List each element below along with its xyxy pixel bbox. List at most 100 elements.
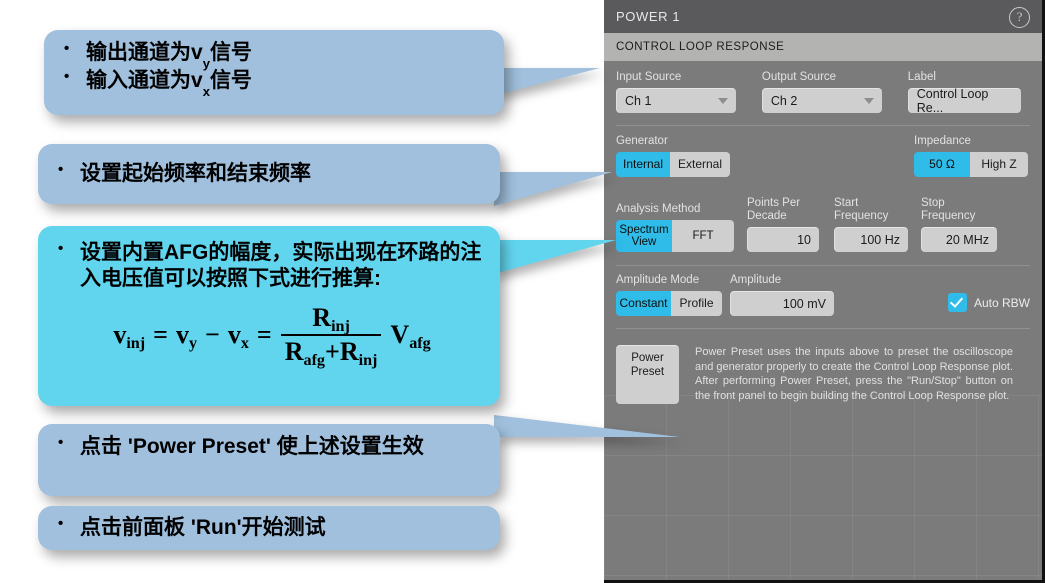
generator-option-external[interactable]: External xyxy=(670,152,730,177)
amplitude-row: Amplitude Mode Constant Profile Amplitud… xyxy=(616,274,1030,316)
callout-frequency-range: • 设置起始频率和结束频率 xyxy=(38,144,500,204)
stop-frequency-input[interactable]: 20 MHz xyxy=(921,227,997,252)
callout-bullet: • 输出通道为vy信号 xyxy=(64,40,490,71)
impedance-label: Impedance xyxy=(914,135,971,147)
formula-equals-2: = xyxy=(256,320,272,350)
help-circle-icon[interactable]: ? xyxy=(1009,7,1030,28)
callout-channel-assignment: • 输出通道为vy信号 • 输入通道为vx信号 xyxy=(44,30,504,115)
start-frequency-input[interactable]: 100 Hz xyxy=(834,227,908,252)
panel-body: Input Source Ch 1 Output Source Ch 2 Lab… xyxy=(604,71,1042,404)
power-preset-button[interactable]: Power Preset xyxy=(616,345,679,404)
amplitude-mode-toggle[interactable]: Constant Profile xyxy=(616,291,722,316)
power-preset-button-line2: Preset xyxy=(630,366,665,379)
points-per-decade-group: Points Per Decade 10 xyxy=(747,197,834,252)
bullet-icon: • xyxy=(58,434,64,451)
input-source-select[interactable]: Ch 1 xyxy=(616,88,736,113)
callout-amplitude-formula: • 设置内置AFG的幅度，实际出现在环路的注入电压值可以按照下式进行推算: vi… xyxy=(38,226,500,406)
callout-line-post: 信号 xyxy=(209,69,252,93)
panel-title: POWER 1 xyxy=(616,9,681,24)
output-source-group: Output Source Ch 2 xyxy=(761,71,908,113)
callout-power-preset-action: • 点击 'Power Preset' 使上述设置生效 xyxy=(38,424,500,496)
panel-titlebar: POWER 1 ? xyxy=(604,0,1042,33)
amplitude-mode-group: Amplitude Mode Constant Profile xyxy=(616,274,730,316)
analysis-method-toggle[interactable]: Spectrum View FFT xyxy=(616,220,734,252)
output-source-select[interactable]: Ch 2 xyxy=(761,88,882,113)
label-field-input[interactable]: Control Loop Re... xyxy=(907,87,1021,115)
chevron-down-icon xyxy=(863,98,874,104)
callout-line-text: 输入通道为vx信号 xyxy=(86,68,490,99)
callout-bullet: • 输入通道为vx信号 xyxy=(64,68,490,99)
callout-bullet: • 点击前面板 'Run'开始测试 xyxy=(58,515,326,541)
impedance-option-50ohm[interactable]: 50 Ω xyxy=(914,152,970,177)
bullet-icon: • xyxy=(58,240,64,257)
generator-group: Generator Internal External xyxy=(616,135,846,177)
auto-rbw-label: Auto RBW xyxy=(973,295,1030,310)
amplitude-input[interactable]: 100 mV xyxy=(730,291,834,316)
analysis-option-fft[interactable]: FFT xyxy=(672,220,734,252)
formula-v-afg: Vafg xyxy=(390,320,431,352)
analysis-row: Analysis Method Spectrum View FFT Points… xyxy=(616,197,1030,252)
label-group: Label Control Loop Re... xyxy=(907,71,1030,115)
start-frequency-value: 100 Hz xyxy=(860,233,900,247)
auto-rbw-group[interactable]: Auto RBW xyxy=(947,289,1030,316)
chevron-down-icon xyxy=(718,98,728,104)
formula-minus: − xyxy=(205,320,220,350)
formula-v-inj: vinj xyxy=(113,320,146,352)
start-frequency-label: Start Frequency xyxy=(834,197,889,222)
callout-line-pre: 输入通道为v xyxy=(86,69,203,93)
generator-label: Generator xyxy=(616,135,668,147)
panel-subtitle-bar: CONTROL LOOP RESPONSE xyxy=(604,33,1042,61)
points-per-decade-input[interactable]: 10 xyxy=(747,227,819,252)
callout-line-text: 输出通道为vy信号 xyxy=(86,40,490,71)
stop-frequency-label: Stop Frequency xyxy=(921,197,976,222)
bullet-icon: • xyxy=(64,40,70,57)
generator-option-internal[interactable]: Internal xyxy=(616,152,670,177)
power-preset-description: Power Preset uses the inputs above to pr… xyxy=(695,346,1013,402)
divider-1 xyxy=(616,125,1030,126)
input-source-label: Input Source xyxy=(616,71,682,83)
amplitude-mode-option-profile[interactable]: Profile xyxy=(671,291,722,316)
points-per-decade-label: Points Per Decade xyxy=(747,197,801,222)
label-field-value: Control Loop Re... xyxy=(916,87,989,115)
formula-numerator: Rinj xyxy=(312,303,350,335)
callout-text: 设置内置AFG的幅度，实际出现在环路的注入电压值可以按照下式进行推算: xyxy=(80,241,482,290)
callout-line-post: 信号 xyxy=(209,41,252,64)
output-source-value: Ch 2 xyxy=(770,94,798,108)
impedance-group: Impedance 50 Ω High Z xyxy=(850,135,1030,177)
amplitude-value: 100 mV xyxy=(782,297,826,311)
auto-rbw-checkbox[interactable] xyxy=(947,293,967,312)
callout-line-pre: 输出通道为v xyxy=(86,41,203,64)
impedance-toggle[interactable]: 50 Ω High Z xyxy=(914,152,1028,177)
input-source-value: Ch 1 xyxy=(625,94,652,108)
formula-v-x: vx xyxy=(227,320,249,352)
start-frequency-group: Start Frequency 100 Hz xyxy=(834,197,921,252)
bullet-icon: • xyxy=(64,68,70,86)
points-per-decade-value: 10 xyxy=(797,233,811,247)
source-row: Input Source Ch 1 Output Source Ch 2 Lab… xyxy=(616,71,1030,115)
generator-toggle[interactable]: Internal External xyxy=(616,152,730,177)
label-field-label: Label xyxy=(907,71,936,83)
formula-fraction: Rinj Rafg+Rinj xyxy=(280,303,382,369)
amplitude-group: Amplitude 100 mV xyxy=(730,274,850,316)
callout-line-sub: x xyxy=(202,83,210,99)
formula-v-y: vy xyxy=(175,320,198,352)
callout-text: 点击 'Power Preset' 使上述设置生效 xyxy=(80,435,424,458)
callout-tail-2 xyxy=(494,172,612,206)
formula-denominator: Rafg+Rinj xyxy=(280,334,382,369)
amplitude-mode-option-constant[interactable]: Constant xyxy=(616,291,671,316)
analysis-method-label: Analysis Method xyxy=(616,202,701,215)
amplitude-mode-label: Amplitude Mode xyxy=(616,274,700,286)
callout-line-sub: y xyxy=(202,55,210,71)
impedance-option-highz[interactable]: High Z xyxy=(970,152,1028,177)
power-analysis-panel: POWER 1 ? CONTROL LOOP RESPONSE Input So… xyxy=(604,0,1045,583)
power-preset-button-line1: Power xyxy=(631,352,664,364)
callout-bullet: • 设置内置AFG的幅度，实际出现在环路的注入电压值可以按照下式进行推算: xyxy=(58,240,486,291)
callout-text: 设置起始频率和结束频率 xyxy=(80,162,311,186)
callout-tail-1 xyxy=(496,68,600,95)
analysis-option-spectrum-view[interactable]: Spectrum View xyxy=(616,220,672,252)
callout-bullet: • 点击 'Power Preset' 使上述设置生效 xyxy=(58,434,486,460)
divider-3 xyxy=(616,328,1030,329)
callout-run-action: • 点击前面板 'Run'开始测试 xyxy=(38,506,500,550)
power-preset-row: Power Preset Power Preset uses the input… xyxy=(616,345,1030,404)
callout-bullet: • 设置起始频率和结束频率 xyxy=(58,161,311,187)
